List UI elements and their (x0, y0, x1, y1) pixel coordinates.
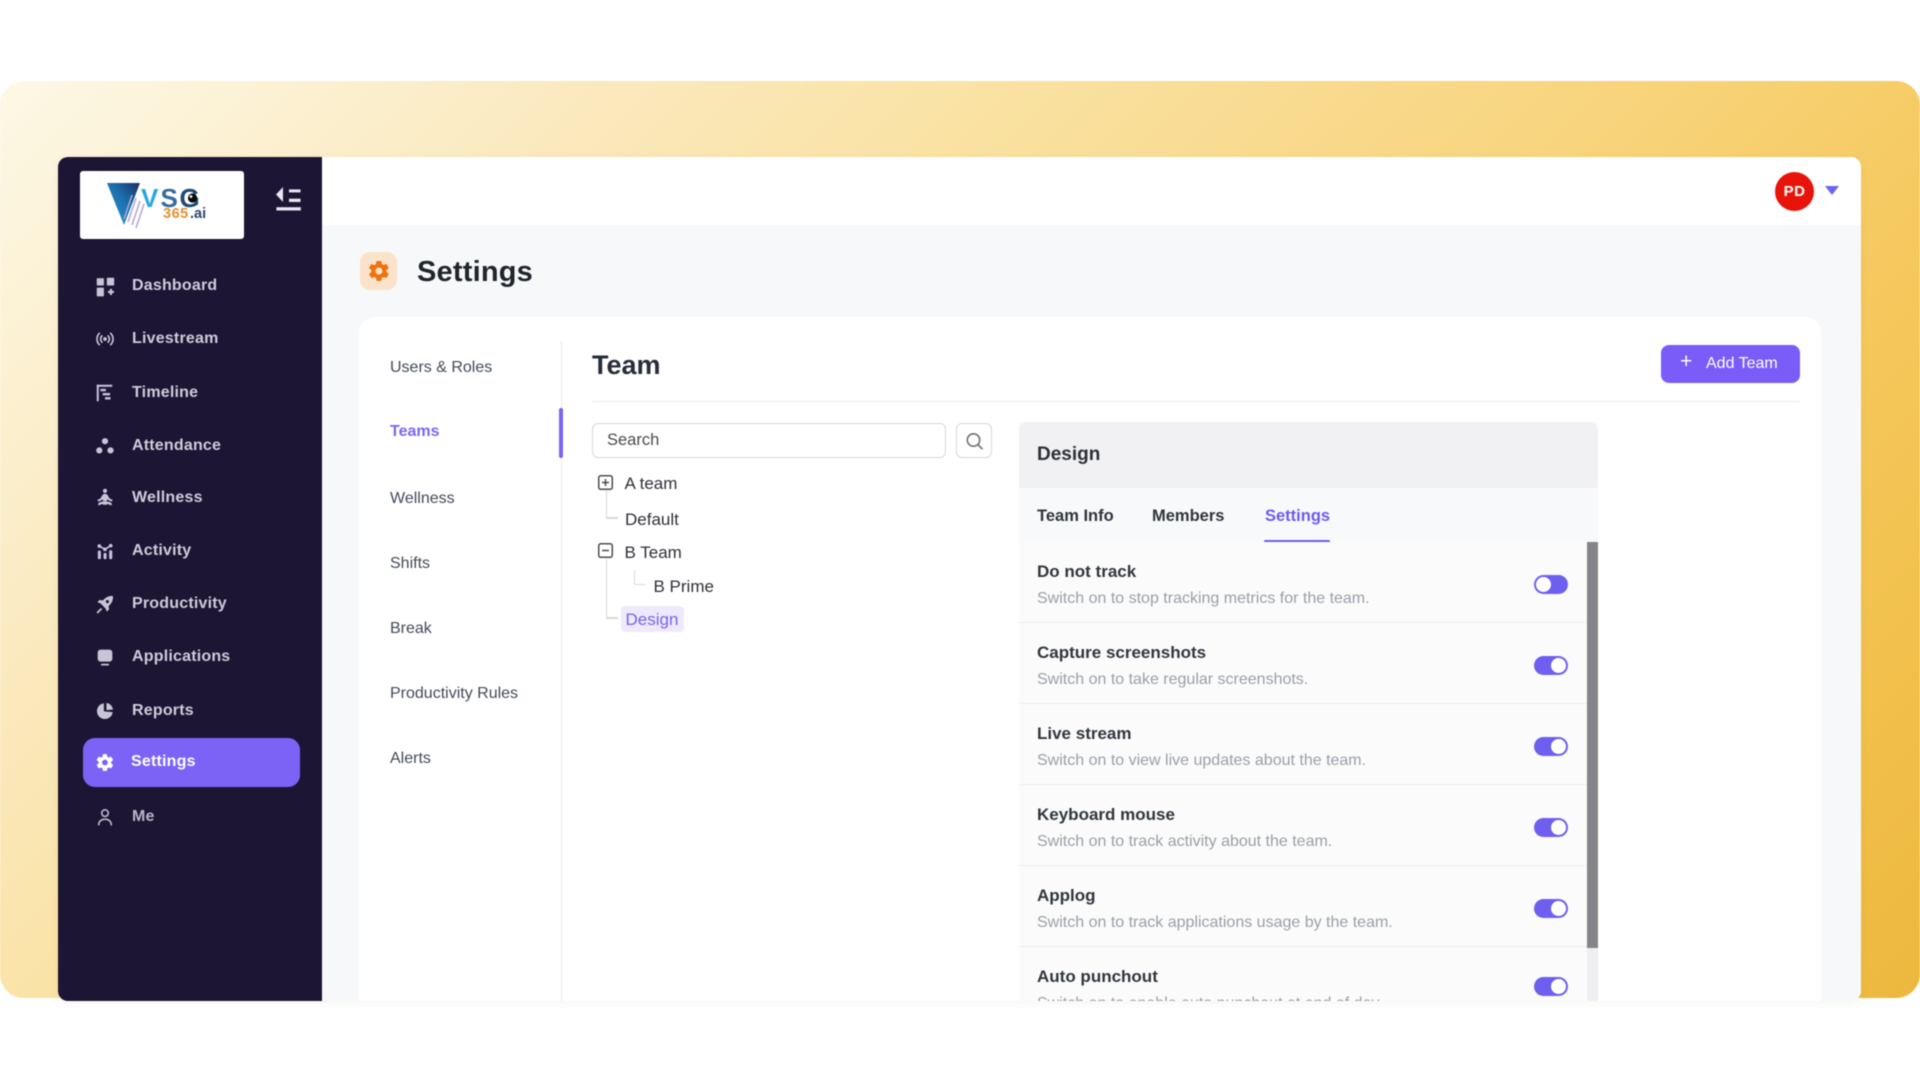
svg-text:.ai: .ai (190, 206, 206, 222)
svg-text:365: 365 (163, 206, 189, 222)
